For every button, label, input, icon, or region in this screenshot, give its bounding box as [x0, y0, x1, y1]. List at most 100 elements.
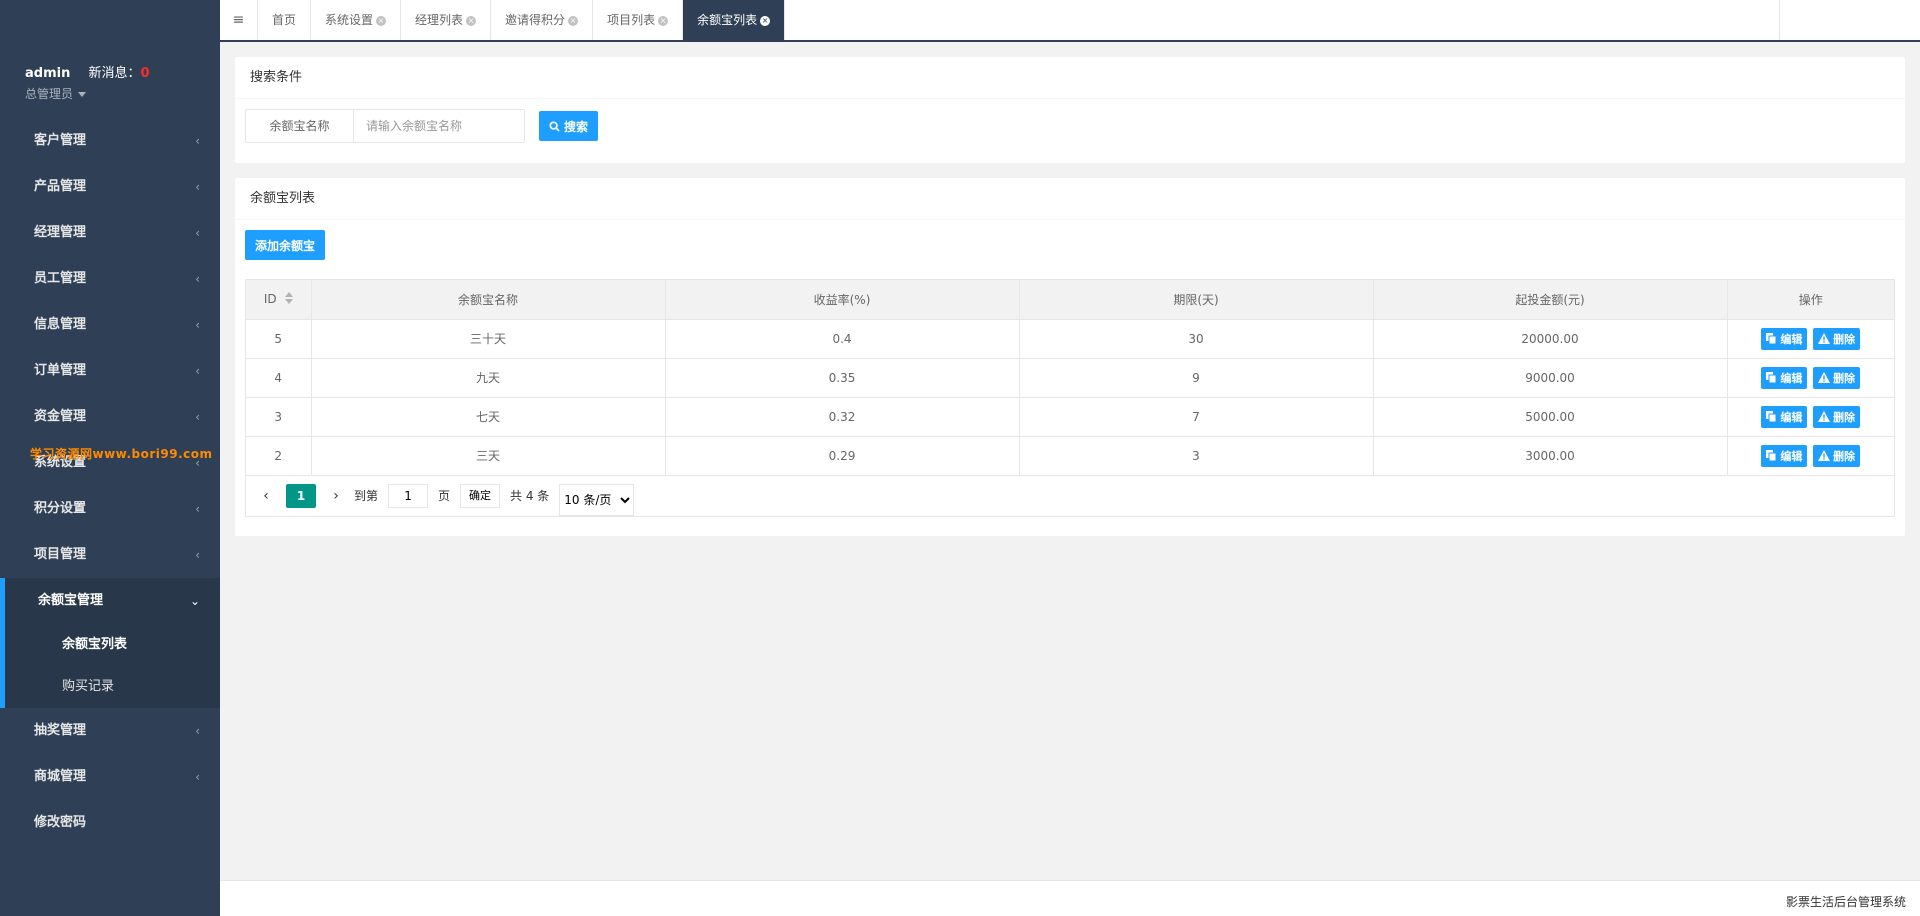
sidebar-item-label: 资金管理: [34, 409, 87, 424]
close-icon[interactable]: ×: [760, 15, 771, 26]
close-icon[interactable]: ×: [466, 15, 477, 26]
cell-name: 七天: [311, 397, 666, 437]
tab-bar: ≡ 首页 系统设置 × 经理列表 × 邀请得积分 × 项目列表 × 余额宝列表 ×: [220, 0, 1920, 42]
table-header-row: ID 余额宝名称 收益率(%) 期限(天) 起投金额(元) 操作: [246, 280, 1894, 320]
cell-name: 三天: [311, 436, 666, 476]
sidebar-item-info[interactable]: 信息管理 ‹: [0, 302, 220, 348]
column-header-rate: 收益率(%): [665, 280, 1020, 320]
edit-button[interactable]: 编辑: [1761, 444, 1808, 467]
cell-min-amount: 9000.00: [1373, 358, 1728, 398]
current-page-button[interactable]: 1: [286, 483, 316, 508]
prev-page-icon[interactable]: ‹: [254, 488, 278, 504]
add-balance-button[interactable]: 添加余额宝: [245, 230, 326, 260]
sidebar-item-customer[interactable]: 客户管理 ‹: [0, 118, 220, 164]
edit-button[interactable]: 编辑: [1761, 405, 1808, 428]
delete-label: 删除: [1833, 410, 1856, 424]
menu-toggle-button[interactable]: ≡: [220, 0, 258, 40]
table-row: 5 三十天 0.4 30 20000.00 编辑 删除: [246, 319, 1894, 359]
tab-label: 邀请得积分: [505, 13, 566, 27]
table-row: 2 三天 0.29 3 3000.00 编辑 删除: [246, 436, 1894, 476]
edit-label: 编辑: [1780, 371, 1803, 385]
sidebar-subitem-purchase-records[interactable]: 购买记录: [5, 666, 220, 708]
role-dropdown[interactable]: 总管理员: [25, 85, 220, 102]
tab-manager-list[interactable]: 经理列表 ×: [401, 0, 492, 40]
table-row: 3 七天 0.32 7 5000.00 编辑 删除: [246, 397, 1894, 437]
column-header-label: ID: [263, 291, 277, 306]
table-row: 4 九天 0.35 9 9000.00 编辑 删除: [246, 358, 1894, 398]
cell-id: 2: [246, 436, 312, 476]
chevron-left-icon: ‹: [195, 272, 200, 286]
user-line: admin 新消息：0: [25, 62, 220, 81]
sidebar-item-order[interactable]: 订单管理 ‹: [0, 348, 220, 394]
tab-invite-points[interactable]: 邀请得积分 ×: [491, 0, 594, 40]
sidebar-item-manager[interactable]: 经理管理 ‹: [0, 210, 220, 256]
cell-min-amount: 20000.00: [1373, 319, 1728, 359]
user-box: admin 新消息：0 总管理员: [0, 0, 220, 110]
list-panel-title: 余额宝列表: [235, 178, 1905, 220]
search-input[interactable]: [354, 110, 524, 142]
hamburger-icon: ≡: [232, 12, 245, 28]
sidebar-item-label: 商城管理: [34, 769, 87, 784]
delete-label: 删除: [1833, 371, 1856, 385]
sidebar-item-staff[interactable]: 员工管理 ‹: [0, 256, 220, 302]
chevron-down-icon: ⌄: [189, 594, 200, 608]
delete-button[interactable]: 删除: [1813, 366, 1861, 389]
delete-label: 删除: [1833, 332, 1856, 346]
page-size-select[interactable]: 10 条/页: [559, 483, 635, 516]
delete-button[interactable]: 删除: [1813, 444, 1861, 467]
tab-divider: [1779, 0, 1780, 40]
tab-label: 首页: [272, 13, 297, 27]
sidebar-item-password[interactable]: 修改密码: [0, 800, 220, 846]
column-header-term: 期限(天): [1019, 280, 1374, 320]
goto-confirm-button[interactable]: 确定: [460, 483, 501, 508]
edit-button[interactable]: 编辑: [1761, 327, 1808, 350]
close-icon[interactable]: ×: [376, 15, 387, 26]
message-count[interactable]: 0: [141, 66, 150, 81]
sidebar-item-points[interactable]: 积分设置 ‹: [0, 486, 220, 532]
sidebar-item-lottery[interactable]: 抽奖管理 ‹: [0, 708, 220, 754]
tab-project-list[interactable]: 项目列表 ×: [593, 0, 684, 40]
sidebar-item-funds[interactable]: 资金管理 ‹: [0, 394, 220, 440]
tab-label: 余额宝列表: [697, 13, 758, 27]
tab-system-settings[interactable]: 系统设置 ×: [311, 0, 402, 40]
warning-icon: [1818, 333, 1831, 344]
sidebar-subitem-balance-list[interactable]: 余额宝列表: [5, 624, 220, 666]
close-icon[interactable]: ×: [658, 15, 669, 26]
delete-label: 删除: [1833, 449, 1856, 463]
page-unit-label: 页: [438, 489, 451, 503]
edit-label: 编辑: [1780, 332, 1803, 346]
cell-rate: 0.29: [665, 436, 1020, 476]
sidebar: admin 新消息：0 总管理员 客户管理 ‹ 产品管理 ‹ 经理管理 ‹ 员工管理 ‹…: [0, 0, 220, 916]
close-icon[interactable]: ×: [568, 15, 579, 26]
tab-balance-list[interactable]: 余额宝列表 ×: [683, 0, 786, 40]
edit-label: 编辑: [1780, 449, 1803, 463]
goto-page-input[interactable]: [388, 483, 429, 508]
cell-actions: 编辑 删除: [1727, 397, 1894, 437]
sidebar-item-project[interactable]: 项目管理 ‹: [0, 532, 220, 578]
edit-icon: [1766, 450, 1777, 461]
sort-icon[interactable]: [284, 291, 293, 307]
sidebar-item-product[interactable]: 产品管理 ‹: [0, 164, 220, 210]
cell-term: 3: [1019, 436, 1374, 476]
next-page-icon[interactable]: ›: [324, 488, 348, 504]
edit-button[interactable]: 编辑: [1761, 366, 1808, 389]
search-field-label: 余额宝名称: [246, 110, 354, 142]
sidebar-item-mall[interactable]: 商城管理 ‹: [0, 754, 220, 800]
sidebar-item-balance[interactable]: 余额宝管理 ⌄: [5, 578, 220, 624]
list-panel: 余额宝列表 添加余额宝 ID 余额宝名称 收益率(%) 期限(天) 起投金额(元…: [235, 178, 1905, 536]
cell-actions: 编辑 删除: [1727, 436, 1894, 476]
delete-button[interactable]: 删除: [1813, 405, 1861, 428]
tab-home[interactable]: 首页: [258, 0, 312, 40]
total-count: 共 4 条: [510, 489, 550, 503]
edit-icon: [1766, 333, 1777, 344]
cell-rate: 0.4: [665, 319, 1020, 359]
delete-button[interactable]: 删除: [1813, 327, 1861, 350]
search-button[interactable]: 搜索: [539, 111, 599, 141]
data-table: ID 余额宝名称 收益率(%) 期限(天) 起投金额(元) 操作 5 三十天 0…: [245, 279, 1895, 517]
username[interactable]: admin: [25, 66, 70, 81]
message-label[interactable]: 新消息：: [88, 66, 140, 81]
column-header-id[interactable]: ID: [246, 280, 312, 320]
sidebar-item-label: 经理管理: [34, 225, 87, 240]
watermark: 学习资源网www.bori99.com: [30, 447, 213, 461]
cell-rate: 0.32: [665, 397, 1020, 437]
